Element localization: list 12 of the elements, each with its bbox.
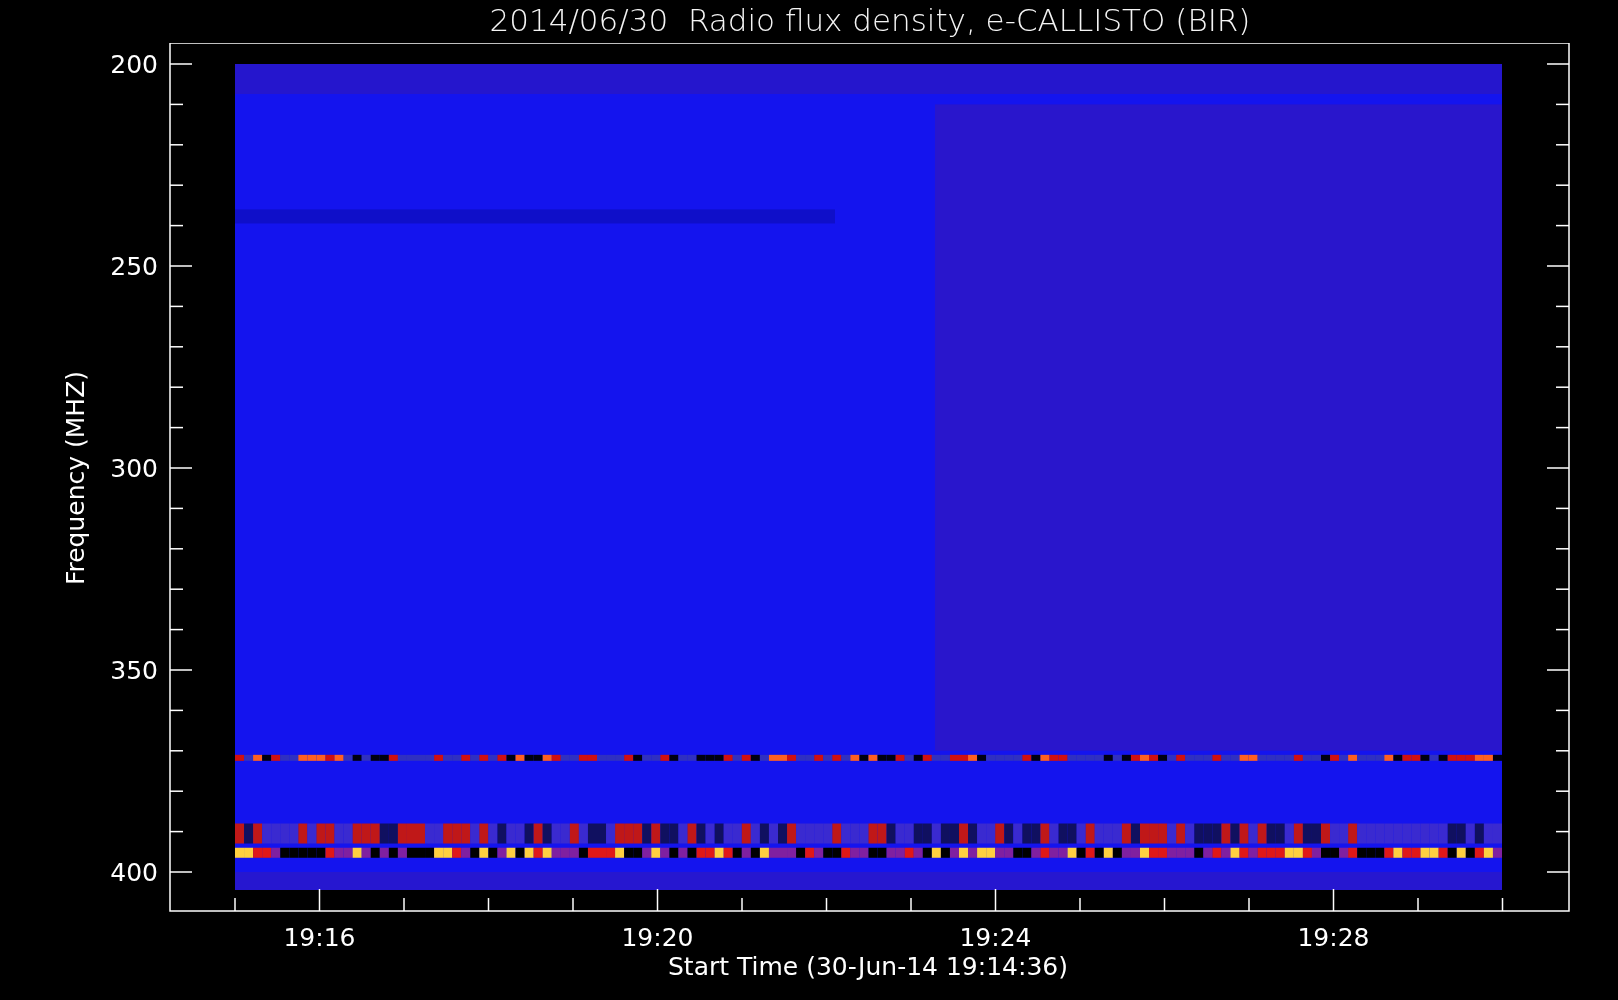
- x-tick-label: 19:24: [959, 923, 1032, 952]
- chart-title: 2014/06/30 Radio flux density, e-CALLISTO (BIR): [489, 1, 1251, 40]
- x-tick-label: 19:16: [283, 923, 356, 952]
- x-tick-label: 19:28: [1297, 923, 1370, 952]
- x-tick-label: 19:20: [621, 923, 694, 952]
- y-tick-label: 350: [110, 656, 158, 685]
- x-axis-label: Start Time (30-Jun-14 19:14:36): [668, 952, 1068, 981]
- y-tick-label: 250: [110, 252, 158, 281]
- y-tick-label: 300: [110, 454, 158, 483]
- y-tick-label: 200: [110, 50, 158, 79]
- y-tick-label: 400: [110, 858, 158, 887]
- y-axis-label: Frequency (MHZ): [61, 370, 90, 586]
